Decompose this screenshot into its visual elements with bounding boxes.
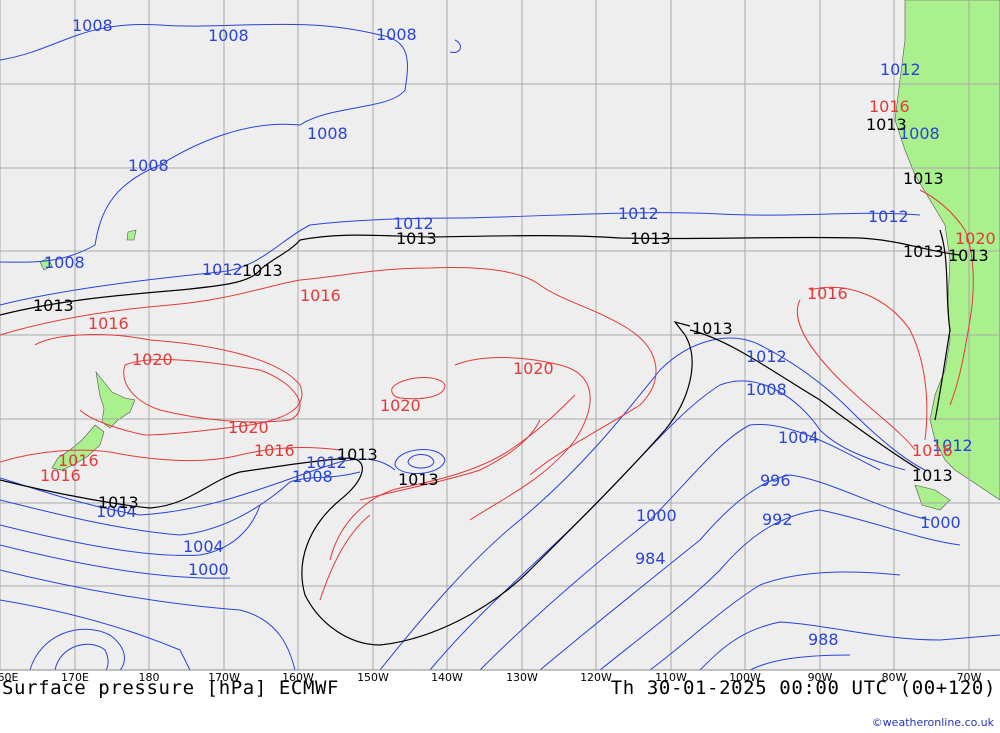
tick-label: 120W [580, 671, 612, 684]
isobar-label: 1008 [128, 156, 169, 175]
isobar-label: 1016 [254, 441, 295, 460]
valid-time: Th 30-01-2025 00:00 UTC (00+120) [610, 677, 996, 699]
isobar-label: 1013 [242, 261, 283, 280]
isobar-label: 984 [635, 549, 666, 568]
tick-label: 130W [506, 671, 538, 684]
isobar-label: 1013 [33, 296, 74, 315]
weather-map: 1008 1008 1008 1008 1008 1008 1012 1012 … [0, 0, 1000, 733]
isobar-label: 1016 [300, 286, 341, 305]
isobar-label: 1000 [636, 506, 677, 525]
isobar-label: 1008 [292, 467, 333, 486]
isobar-label: 1008 [376, 25, 417, 44]
isobar-label: 1020 [513, 359, 554, 378]
isobar-label: 1013 [912, 466, 953, 485]
isobar-label: 1013 [337, 445, 378, 464]
isobar-label: 1016 [40, 466, 81, 485]
isobar-label: 1020 [955, 229, 996, 248]
isobar-label: 1008 [72, 16, 113, 35]
isobar-label: 1000 [188, 560, 229, 579]
isobar-label: 1012 [202, 260, 243, 279]
isobar-label: 1012 [618, 204, 659, 223]
isobar-label: 1016 [869, 97, 910, 116]
isobar-label: 1008 [307, 124, 348, 143]
isobar-label: 1020 [228, 418, 269, 437]
isobar-label: 1013 [398, 470, 439, 489]
isobar-label: 1013 [948, 246, 989, 265]
isobar-label: 1013 [903, 169, 944, 188]
isobar-label: 1008 [208, 26, 249, 45]
isobar-label: 1004 [183, 537, 224, 556]
isobar-label: 1013 [866, 115, 907, 134]
isobar-label: 1013 [396, 229, 437, 248]
isobar-label: 1012 [746, 347, 787, 366]
isobar-label: 1016 [912, 441, 953, 460]
isobar-label: 1004 [778, 428, 819, 447]
isobar-label: 1008 [44, 253, 85, 272]
isobar-label: 1016 [807, 284, 848, 303]
isobar-label: 1016 [88, 314, 129, 333]
map-title: Surface pressure [hPa] ECMWF [2, 677, 340, 699]
tick-label: 150W [357, 671, 389, 684]
isobar-label: 996 [760, 471, 791, 490]
credit-link[interactable]: ©weatheronline.co.uk [872, 716, 994, 729]
isobar-label: 1008 [746, 380, 787, 399]
isobar-label: 1013 [903, 242, 944, 261]
isobar-label: 1012 [880, 60, 921, 79]
isobar-label: 1000 [920, 513, 961, 532]
tick-label: 140W [431, 671, 463, 684]
isobar-label: 1012 [868, 207, 909, 226]
isobar-label: 1013 [630, 229, 671, 248]
isobar-label: 988 [808, 630, 839, 649]
pressure-map-canvas: 1008 1008 1008 1008 1008 1008 1012 1012 … [0, 0, 1000, 671]
isobar-label: 1020 [132, 350, 173, 369]
isobar-label: 1020 [380, 396, 421, 415]
isobar-label: 992 [762, 510, 793, 529]
isobar-label: 1013 [98, 493, 139, 512]
isobar-label: 1013 [692, 319, 733, 338]
